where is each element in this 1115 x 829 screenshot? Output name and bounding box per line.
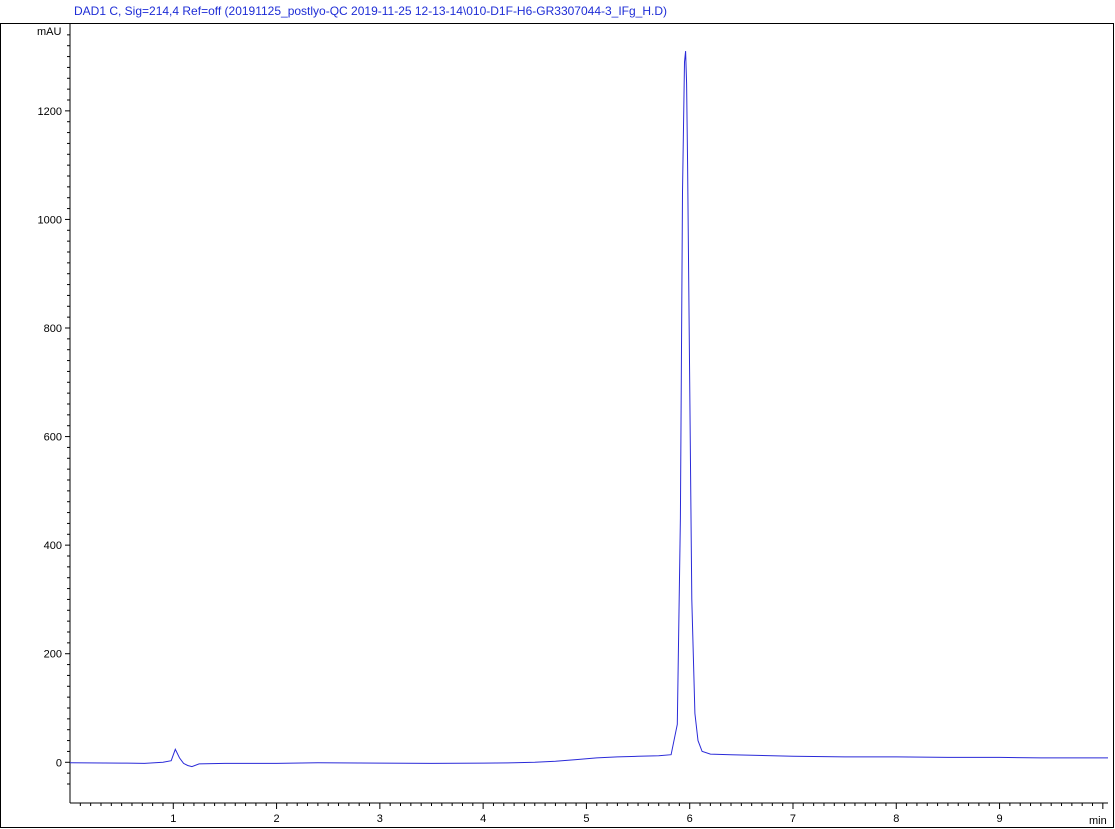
y-tick-label: 200 bbox=[44, 649, 62, 661]
y-tick-label: 1200 bbox=[38, 106, 62, 118]
y-axis-unit-label: mAU bbox=[37, 26, 62, 38]
y-tick-label: 1000 bbox=[38, 214, 62, 226]
y-tick-label: 400 bbox=[44, 540, 62, 552]
axes bbox=[69, 24, 1108, 804]
plot-border bbox=[0, 23, 1114, 828]
x-tick-label: 4 bbox=[480, 813, 486, 825]
x-tick-label: 2 bbox=[274, 813, 280, 825]
chromatogram-trace bbox=[69, 51, 1108, 768]
x-tick-label: 9 bbox=[996, 813, 1002, 825]
y-tick-label: 800 bbox=[44, 323, 62, 335]
x-tick-label: 1 bbox=[170, 813, 176, 825]
x-tick-label: 8 bbox=[893, 813, 899, 825]
x-tick-label: 7 bbox=[790, 813, 796, 825]
chromatogram-chart: 0 200 400 600 800 1000 1200 1 2 3 4 5 6 7 8 9 mAU min bbox=[0, 23, 1114, 828]
x-tick-label: 3 bbox=[377, 813, 383, 825]
x-axis-unit-label: min bbox=[1089, 815, 1107, 827]
tick-labels: 0 200 400 600 800 1000 1200 1 2 3 4 5 6 7 8 9 bbox=[38, 106, 1003, 825]
ticks bbox=[65, 34, 1104, 809]
x-tick-label: 5 bbox=[583, 813, 589, 825]
x-tick-label: 6 bbox=[687, 813, 693, 825]
y-tick-label: 0 bbox=[56, 757, 62, 769]
y-tick-label: 600 bbox=[44, 432, 62, 444]
